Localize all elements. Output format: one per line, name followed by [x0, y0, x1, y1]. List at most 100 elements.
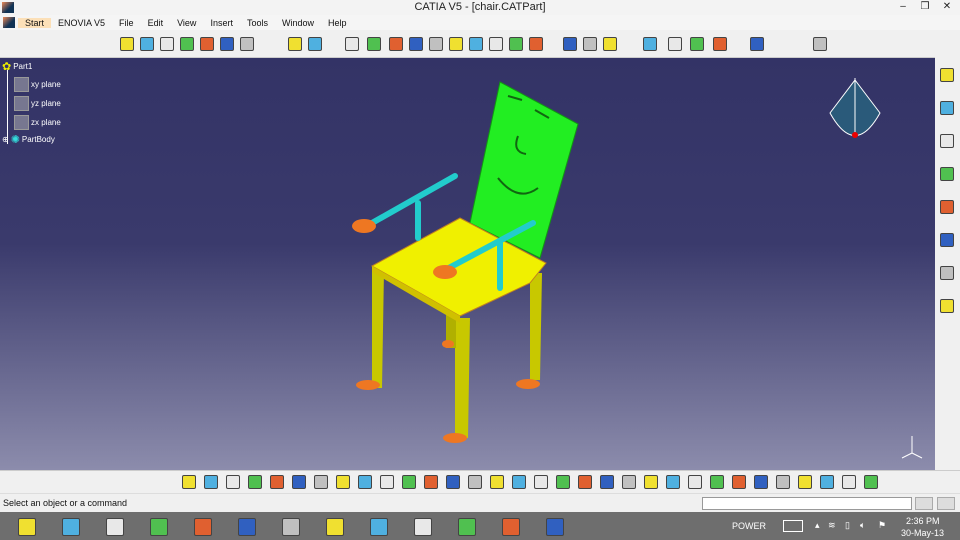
pcs-icon[interactable] — [940, 134, 954, 148]
action-center-icon[interactable]: ⚑ — [878, 520, 886, 531]
zoom-out-icon[interactable] — [534, 475, 548, 489]
axis-icon[interactable] — [776, 475, 790, 489]
show-hidden-icons[interactable]: ▴ — [815, 520, 820, 531]
multi-view-icon[interactable] — [578, 475, 592, 489]
menu-enovia[interactable]: ENOVIA V5 — [51, 18, 112, 28]
player-icon[interactable] — [502, 518, 520, 536]
network-icon[interactable]: ≋ — [828, 520, 836, 531]
rib-icon[interactable] — [449, 37, 463, 51]
line-icon[interactable] — [563, 37, 577, 51]
normal-view-icon[interactable] — [556, 475, 570, 489]
opera-icon[interactable] — [150, 518, 168, 536]
copy-icon[interactable] — [314, 475, 328, 489]
chair-model[interactable] — [0, 58, 935, 470]
hide-show-icon[interactable] — [644, 475, 658, 489]
annotation-icon[interactable] — [750, 37, 764, 51]
chrome-icon[interactable] — [238, 518, 256, 536]
multi-section-icon[interactable] — [509, 37, 523, 51]
clock-time[interactable]: 2:36 PM — [906, 516, 940, 526]
shading-icon[interactable] — [622, 475, 636, 489]
sketch-solving-icon[interactable] — [710, 475, 724, 489]
constraint-icon[interactable] — [643, 37, 657, 51]
tool-icon[interactable] — [842, 475, 856, 489]
minimize-button[interactable]: – — [892, 0, 914, 15]
internet-explorer-icon[interactable] — [18, 518, 36, 536]
sketch-based-features-icon[interactable] — [120, 37, 134, 51]
command-button[interactable] — [915, 497, 933, 510]
3d-viewport[interactable]: ✿ Part1 xy plane yz plane zx plane ⊕ ✺ Par… — [0, 58, 935, 470]
zoom-in-icon[interactable] — [512, 475, 526, 489]
select-icon[interactable] — [713, 37, 727, 51]
menu-start[interactable]: Start — [18, 17, 52, 28]
iso-view-icon[interactable] — [600, 475, 614, 489]
firefox-icon[interactable] — [282, 518, 300, 536]
menu-help[interactable]: Help — [321, 18, 354, 28]
material-icon[interactable] — [240, 37, 254, 51]
vlc-icon[interactable] — [414, 518, 432, 536]
menu-view[interactable]: View — [170, 18, 203, 28]
sketch-analysis-icon[interactable] — [688, 475, 702, 489]
render-icon[interactable] — [732, 475, 746, 489]
rotate-icon[interactable] — [490, 475, 504, 489]
user-icon[interactable] — [864, 475, 878, 489]
close-button[interactable]: ✕ — [936, 0, 958, 15]
groove-icon[interactable] — [409, 37, 423, 51]
whats-this-icon[interactable] — [402, 475, 416, 489]
fly-icon[interactable] — [424, 475, 438, 489]
keyboard-icon[interactable] — [783, 520, 803, 532]
globe-icon[interactable] — [106, 518, 124, 536]
fit-all-icon[interactable] — [446, 475, 460, 489]
redo-icon[interactable] — [380, 475, 394, 489]
feature-icon[interactable] — [820, 475, 834, 489]
point-icon[interactable] — [529, 37, 543, 51]
menu-insert[interactable]: Insert — [203, 18, 240, 28]
stop-icon[interactable] — [940, 101, 954, 115]
restore-button[interactable]: ❒ — [914, 0, 936, 15]
menu-tools[interactable]: Tools — [240, 18, 275, 28]
catia-app-icon[interactable] — [2, 2, 14, 13]
command-input[interactable] — [702, 497, 912, 510]
save-icon[interactable] — [248, 475, 262, 489]
open-icon[interactable] — [226, 475, 240, 489]
axis-system-icon[interactable] — [220, 37, 234, 51]
stiffener-icon[interactable] — [489, 37, 503, 51]
new-icon[interactable] — [204, 475, 218, 489]
apply-material-icon[interactable] — [940, 233, 954, 247]
paint-icon[interactable] — [813, 37, 827, 51]
snap-icon[interactable] — [690, 37, 704, 51]
power-label[interactable]: POWER — [732, 521, 766, 531]
boolean-icon[interactable] — [200, 37, 214, 51]
transform-icon[interactable] — [180, 37, 194, 51]
undo-icon[interactable] — [358, 475, 372, 489]
catalog-icon[interactable] — [798, 475, 812, 489]
apply-material-icon[interactable] — [754, 475, 768, 489]
document-icon[interactable] — [3, 17, 15, 28]
slot-icon[interactable] — [469, 37, 483, 51]
table-icon[interactable] — [308, 37, 322, 51]
pad-icon[interactable] — [345, 37, 359, 51]
compass-icon[interactable] — [829, 78, 881, 138]
catia-editor-icon[interactable] — [370, 518, 388, 536]
swap-icon[interactable] — [666, 475, 680, 489]
analysis-icon[interactable] — [288, 37, 302, 51]
print-icon[interactable] — [270, 475, 284, 489]
hole-icon[interactable] — [429, 37, 443, 51]
battery-icon[interactable]: ▯ — [845, 520, 850, 531]
command-history-button[interactable] — [937, 497, 955, 510]
shaft-icon[interactable] — [389, 37, 403, 51]
more-icon[interactable] — [940, 299, 954, 313]
menu-file[interactable]: File — [112, 18, 141, 28]
menu-window[interactable]: Window — [275, 18, 321, 28]
app-icon[interactable] — [458, 518, 476, 536]
media-icon[interactable] — [194, 518, 212, 536]
paste-icon[interactable] — [336, 475, 350, 489]
notes-icon[interactable] — [326, 518, 344, 536]
measure-icon[interactable] — [603, 37, 617, 51]
cut-icon[interactable] — [292, 475, 306, 489]
plane-icon[interactable] — [583, 37, 597, 51]
volume-icon[interactable]: 🔈︎ — [860, 520, 865, 531]
pocket-icon[interactable] — [367, 37, 381, 51]
dress-up-features-icon[interactable] — [140, 37, 154, 51]
catalog-icon[interactable] — [940, 266, 954, 280]
pan-icon[interactable] — [468, 475, 482, 489]
